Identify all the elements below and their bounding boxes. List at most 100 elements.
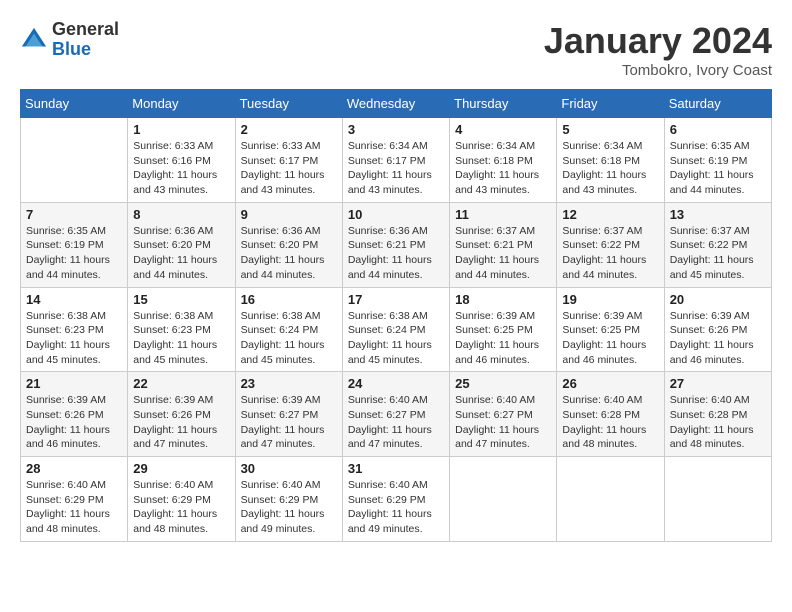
day-number: 30 — [241, 461, 337, 476]
calendar-week-5: 28 Sunrise: 6:40 AMSunset: 6:29 PMDayligh… — [21, 457, 772, 542]
day-number: 28 — [26, 461, 122, 476]
day-info: Sunrise: 6:33 AMSunset: 6:16 PMDaylight:… — [133, 139, 229, 198]
day-info: Sunrise: 6:40 AMSunset: 6:29 PMDaylight:… — [133, 478, 229, 537]
day-number: 17 — [348, 292, 444, 307]
day-number: 18 — [455, 292, 551, 307]
calendar-cell: 13 Sunrise: 6:37 AMSunset: 6:22 PMDayligh… — [664, 202, 771, 287]
day-info: Sunrise: 6:34 AMSunset: 6:18 PMDaylight:… — [562, 139, 658, 198]
day-number: 29 — [133, 461, 229, 476]
weekday-row: SundayMondayTuesdayWednesdayThursdayFrid… — [21, 90, 772, 118]
calendar-cell: 22Sunrise: 6:39 AMSunset: 6:26 PMDayligh… — [128, 372, 235, 457]
weekday-header-monday: Monday — [128, 90, 235, 118]
calendar-cell: 31 Sunrise: 6:40 AMSunset: 6:29 PMDayligh… — [342, 457, 449, 542]
page-container: General Blue January 2024 Tombokro, Ivor… — [20, 20, 772, 542]
day-info: Sunrise: 6:40 AMSunset: 6:27 PMDaylight:… — [348, 393, 444, 452]
day-info: Sunrise: 6:38 AMSunset: 6:24 PMDaylight:… — [241, 309, 337, 368]
day-info: Sunrise: 6:39 AMSunset: 6:27 PMDaylight:… — [241, 393, 337, 452]
day-info: Sunrise: 6:39 AMSunset: 6:25 PMDaylight:… — [455, 309, 551, 368]
day-number: 19 — [562, 292, 658, 307]
day-number: 1 — [133, 122, 229, 137]
day-number: 10 — [348, 207, 444, 222]
calendar-cell: 8 Sunrise: 6:36 AMSunset: 6:20 PMDaylight… — [128, 202, 235, 287]
calendar-cell: 26Sunrise: 6:40 AMSunset: 6:28 PMDayligh… — [557, 372, 664, 457]
calendar-body: 1 Sunrise: 6:33 AMSunset: 6:16 PMDaylight… — [21, 118, 772, 542]
location-subtitle: Tombokro, Ivory Coast — [544, 62, 772, 79]
day-number: 7 — [26, 207, 122, 222]
day-number: 2 — [241, 122, 337, 137]
day-info: Sunrise: 6:34 AMSunset: 6:18 PMDaylight:… — [455, 139, 551, 198]
logo-text: General Blue — [52, 20, 119, 60]
day-info: Sunrise: 6:36 AMSunset: 6:20 PMDaylight:… — [241, 224, 337, 283]
month-title: January 2024 — [544, 20, 772, 62]
day-info: Sunrise: 6:35 AMSunset: 6:19 PMDaylight:… — [26, 224, 122, 283]
day-info: Sunrise: 6:35 AMSunset: 6:19 PMDaylight:… — [670, 139, 766, 198]
day-info: Sunrise: 6:39 AMSunset: 6:25 PMDaylight:… — [562, 309, 658, 368]
calendar-cell: 27 Sunrise: 6:40 AMSunset: 6:28 PMDayligh… — [664, 372, 771, 457]
calendar-cell: 16 Sunrise: 6:38 AMSunset: 6:24 PMDayligh… — [235, 287, 342, 372]
calendar-week-1: 1 Sunrise: 6:33 AMSunset: 6:16 PMDaylight… — [21, 118, 772, 203]
weekday-header-thursday: Thursday — [450, 90, 557, 118]
calendar-cell: 18 Sunrise: 6:39 AMSunset: 6:25 PMDayligh… — [450, 287, 557, 372]
day-info: Sunrise: 6:40 AMSunset: 6:29 PMDaylight:… — [348, 478, 444, 537]
calendar-cell: 15Sunrise: 6:38 AMSunset: 6:23 PMDayligh… — [128, 287, 235, 372]
day-number: 20 — [670, 292, 766, 307]
day-number: 12 — [562, 207, 658, 222]
calendar-cell: 14 Sunrise: 6:38 AMSunset: 6:23 PMDayligh… — [21, 287, 128, 372]
calendar-cell: 4 Sunrise: 6:34 AMSunset: 6:18 PMDaylight… — [450, 118, 557, 203]
calendar-cell: 29 Sunrise: 6:40 AMSunset: 6:29 PMDayligh… — [128, 457, 235, 542]
calendar-cell: 3Sunrise: 6:34 AMSunset: 6:17 PMDaylight… — [342, 118, 449, 203]
weekday-header-friday: Friday — [557, 90, 664, 118]
calendar-cell — [557, 457, 664, 542]
calendar-cell: 21 Sunrise: 6:39 AMSunset: 6:26 PMDayligh… — [21, 372, 128, 457]
day-info: Sunrise: 6:34 AMSunset: 6:17 PMDaylight:… — [348, 139, 444, 198]
day-number: 9 — [241, 207, 337, 222]
calendar-cell: 19 Sunrise: 6:39 AMSunset: 6:25 PMDayligh… — [557, 287, 664, 372]
day-number: 5 — [562, 122, 658, 137]
calendar-cell: 30Sunrise: 6:40 AMSunset: 6:29 PMDayligh… — [235, 457, 342, 542]
calendar-cell: 2 Sunrise: 6:33 AMSunset: 6:17 PMDaylight… — [235, 118, 342, 203]
day-number: 24 — [348, 376, 444, 391]
day-number: 14 — [26, 292, 122, 307]
day-number: 13 — [670, 207, 766, 222]
day-info: Sunrise: 6:40 AMSunset: 6:28 PMDaylight:… — [670, 393, 766, 452]
day-info: Sunrise: 6:37 AMSunset: 6:22 PMDaylight:… — [670, 224, 766, 283]
day-number: 8 — [133, 207, 229, 222]
calendar-cell: 6Sunrise: 6:35 AMSunset: 6:19 PMDaylight… — [664, 118, 771, 203]
day-info: Sunrise: 6:38 AMSunset: 6:23 PMDaylight:… — [26, 309, 122, 368]
day-info: Sunrise: 6:39 AMSunset: 6:26 PMDaylight:… — [26, 393, 122, 452]
weekday-header-tuesday: Tuesday — [235, 90, 342, 118]
day-info: Sunrise: 6:37 AMSunset: 6:22 PMDaylight:… — [562, 224, 658, 283]
day-info: Sunrise: 6:39 AMSunset: 6:26 PMDaylight:… — [133, 393, 229, 452]
day-info: Sunrise: 6:38 AMSunset: 6:24 PMDaylight:… — [348, 309, 444, 368]
day-number: 23 — [241, 376, 337, 391]
calendar-cell: 17 Sunrise: 6:38 AMSunset: 6:24 PMDayligh… — [342, 287, 449, 372]
day-info: Sunrise: 6:36 AMSunset: 6:21 PMDaylight:… — [348, 224, 444, 283]
day-number: 27 — [670, 376, 766, 391]
day-info: Sunrise: 6:40 AMSunset: 6:29 PMDaylight:… — [26, 478, 122, 537]
logo-blue: Blue — [52, 40, 119, 60]
weekday-header-sunday: Sunday — [21, 90, 128, 118]
day-number: 16 — [241, 292, 337, 307]
calendar-cell: 9 Sunrise: 6:36 AMSunset: 6:20 PMDaylight… — [235, 202, 342, 287]
logo-general: General — [52, 20, 119, 40]
calendar-week-3: 14 Sunrise: 6:38 AMSunset: 6:23 PMDayligh… — [21, 287, 772, 372]
calendar-cell: 20 Sunrise: 6:39 AMSunset: 6:26 PMDayligh… — [664, 287, 771, 372]
day-number: 31 — [348, 461, 444, 476]
calendar-cell: 5 Sunrise: 6:34 AMSunset: 6:18 PMDaylight… — [557, 118, 664, 203]
day-number: 4 — [455, 122, 551, 137]
calendar-cell: 7 Sunrise: 6:35 AMSunset: 6:19 PMDaylight… — [21, 202, 128, 287]
calendar-cell: 23 Sunrise: 6:39 AMSunset: 6:27 PMDayligh… — [235, 372, 342, 457]
day-info: Sunrise: 6:39 AMSunset: 6:26 PMDaylight:… — [670, 309, 766, 368]
calendar-header: SundayMondayTuesdayWednesdayThursdayFrid… — [21, 90, 772, 118]
day-info: Sunrise: 6:38 AMSunset: 6:23 PMDaylight:… — [133, 309, 229, 368]
calendar-cell: 10 Sunrise: 6:36 AMSunset: 6:21 PMDayligh… — [342, 202, 449, 287]
calendar-cell: 12 Sunrise: 6:37 AMSunset: 6:22 PMDayligh… — [557, 202, 664, 287]
day-number: 21 — [26, 376, 122, 391]
calendar-cell: 28 Sunrise: 6:40 AMSunset: 6:29 PMDayligh… — [21, 457, 128, 542]
day-info: Sunrise: 6:40 AMSunset: 6:27 PMDaylight:… — [455, 393, 551, 452]
logo-icon — [20, 26, 48, 54]
calendar-cell — [664, 457, 771, 542]
day-info: Sunrise: 6:33 AMSunset: 6:17 PMDaylight:… — [241, 139, 337, 198]
day-info: Sunrise: 6:37 AMSunset: 6:21 PMDaylight:… — [455, 224, 551, 283]
day-info: Sunrise: 6:36 AMSunset: 6:20 PMDaylight:… — [133, 224, 229, 283]
